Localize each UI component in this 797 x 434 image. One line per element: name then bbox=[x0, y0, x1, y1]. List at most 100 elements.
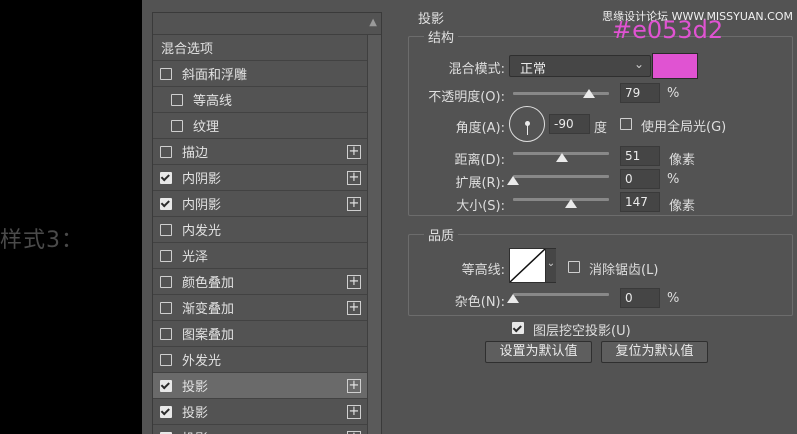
effect-label: 光泽 bbox=[182, 250, 209, 265]
angle-input[interactable]: -90 bbox=[549, 114, 590, 134]
effect-item[interactable]: 光泽 bbox=[153, 243, 367, 269]
effect-label: 投影 bbox=[182, 406, 209, 421]
chevron-down-icon: ⌄ bbox=[633, 57, 644, 71]
effect-item[interactable]: 图案叠加 bbox=[153, 321, 367, 347]
spread-input[interactable]: 0 bbox=[620, 169, 660, 189]
blend-mode-label: 混合模式: bbox=[448, 62, 505, 77]
effect-checkbox[interactable] bbox=[171, 93, 183, 106]
effect-checkbox[interactable] bbox=[160, 197, 172, 210]
effect-checkbox[interactable] bbox=[160, 379, 172, 392]
blending-options-item[interactable]: 混合选项 bbox=[153, 35, 367, 61]
size-label: 大小(S): bbox=[456, 199, 505, 214]
effect-checkbox[interactable] bbox=[160, 275, 172, 288]
effect-item[interactable]: 渐变叠加 + bbox=[153, 295, 367, 321]
effect-item[interactable]: 纹理 bbox=[153, 113, 367, 139]
effect-item[interactable]: 内阴影 + bbox=[153, 191, 367, 217]
size-input[interactable]: 147 bbox=[620, 192, 660, 212]
effect-checkbox[interactable] bbox=[160, 405, 172, 418]
size-slider-track[interactable] bbox=[513, 198, 609, 201]
effect-label: 外发光 bbox=[182, 354, 222, 369]
effect-item[interactable]: 投影 + bbox=[153, 399, 367, 425]
canvas-left-strip bbox=[0, 0, 142, 434]
effect-label: 描边 bbox=[182, 146, 209, 161]
style-caption: 样式3： bbox=[0, 228, 84, 253]
angle-dial[interactable] bbox=[509, 106, 545, 142]
structure-title: 结构 bbox=[424, 27, 459, 46]
add-effect-icon[interactable]: + bbox=[347, 197, 361, 211]
noise-input[interactable]: 0 bbox=[620, 288, 660, 308]
contour-chevron-icon[interactable]: ⌄ bbox=[545, 249, 556, 282]
effect-checkbox[interactable] bbox=[160, 67, 172, 80]
shadow-color-swatch[interactable] bbox=[652, 53, 698, 79]
effect-checkbox[interactable] bbox=[160, 353, 172, 366]
contour-picker[interactable]: ⌄ bbox=[509, 248, 556, 283]
blending-options-label: 混合选项 bbox=[161, 42, 214, 57]
effect-label: 内发光 bbox=[182, 224, 222, 239]
distance-slider-thumb[interactable] bbox=[555, 153, 568, 162]
set-default-button[interactable]: 设置为默认值 bbox=[485, 341, 592, 363]
spread-slider-thumb[interactable] bbox=[507, 176, 519, 185]
size-slider-thumb[interactable] bbox=[564, 199, 577, 208]
opacity-label: 不透明度(O): bbox=[428, 90, 505, 105]
effect-item[interactable]: 内阴影 + bbox=[153, 165, 367, 191]
effect-item[interactable]: 颜色叠加 + bbox=[153, 269, 367, 295]
angle-unit: 度 bbox=[594, 121, 608, 136]
effect-item[interactable]: 等高线 bbox=[153, 87, 367, 113]
effect-item[interactable]: 斜面和浮雕 bbox=[153, 61, 367, 87]
list-top-bar bbox=[153, 13, 381, 35]
knockout-label: 图层挖空投影(U) bbox=[533, 324, 631, 339]
blend-mode-select[interactable]: 正常 ⌄ bbox=[509, 55, 651, 77]
distance-unit: 像素 bbox=[669, 153, 696, 168]
add-effect-icon[interactable]: + bbox=[347, 145, 361, 159]
add-effect-icon[interactable]: + bbox=[347, 379, 361, 393]
effect-checkbox[interactable] bbox=[171, 119, 183, 132]
noise-slider-track[interactable] bbox=[513, 293, 609, 296]
distance-label: 距离(D): bbox=[454, 153, 505, 168]
effect-item[interactable]: 内发光 bbox=[153, 217, 367, 243]
anti-alias-checkbox[interactable] bbox=[568, 261, 580, 273]
effect-checkbox[interactable] bbox=[160, 249, 172, 262]
spread-slider-track[interactable] bbox=[513, 175, 609, 178]
effect-label: 纹理 bbox=[193, 120, 220, 135]
noise-slider-thumb[interactable] bbox=[507, 294, 519, 303]
add-effect-icon[interactable]: + bbox=[347, 301, 361, 315]
effect-label: 颜色叠加 bbox=[182, 276, 235, 291]
panel-title: 投影 bbox=[414, 8, 449, 27]
effect-checkbox[interactable] bbox=[160, 327, 172, 340]
effect-item[interactable]: 投影 + bbox=[153, 373, 367, 399]
noise-unit: % bbox=[667, 291, 680, 306]
blend-mode-value: 正常 bbox=[520, 62, 547, 77]
scroll-up-icon[interactable]: ▲ bbox=[369, 17, 377, 29]
effect-item[interactable]: 投影+ bbox=[153, 425, 367, 434]
drop-shadow-settings: 投影 结构 混合模式: 正常 ⌄ 不透明度(O): 79 % 角度(A): -9… bbox=[382, 0, 797, 434]
opacity-input[interactable]: 79 bbox=[620, 83, 660, 103]
opacity-unit: % bbox=[667, 86, 680, 101]
effect-item[interactable]: 外发光 bbox=[153, 347, 367, 373]
add-effect-icon[interactable]: + bbox=[347, 275, 361, 289]
opacity-slider-thumb[interactable] bbox=[582, 89, 595, 98]
knockout-checkbox[interactable] bbox=[512, 322, 524, 334]
effect-checkbox[interactable] bbox=[160, 301, 172, 314]
quality-title: 品质 bbox=[424, 225, 459, 244]
effects-list: ▲ 混合选项 斜面和浮雕 等高线 纹理 描边 + 内阴影 + 内阴影 + 内发光 光泽 颜色叠加 + 渐变… bbox=[152, 12, 382, 434]
list-scrollbar[interactable] bbox=[367, 35, 381, 434]
add-effect-icon[interactable]: + bbox=[347, 171, 361, 185]
noise-label: 杂色(N): bbox=[454, 295, 505, 310]
distance-input[interactable]: 51 bbox=[620, 146, 660, 166]
effect-checkbox[interactable] bbox=[160, 145, 172, 158]
contour-label: 等高线: bbox=[461, 263, 505, 278]
effect-checkbox[interactable] bbox=[160, 223, 172, 236]
angle-label: 角度(A): bbox=[455, 121, 505, 136]
effect-label: 等高线 bbox=[193, 94, 233, 109]
effect-label: 内阴影 bbox=[182, 198, 222, 213]
anti-alias-label: 消除锯齿(L) bbox=[589, 263, 659, 278]
effect-label: 投影 bbox=[182, 380, 209, 395]
effect-item[interactable]: 描边 + bbox=[153, 139, 367, 165]
global-light-checkbox[interactable] bbox=[620, 118, 632, 130]
effect-label: 图案叠加 bbox=[182, 328, 235, 343]
effect-label: 内阴影 bbox=[182, 172, 222, 187]
reset-default-button[interactable]: 复位为默认值 bbox=[601, 341, 708, 363]
effect-checkbox[interactable] bbox=[160, 171, 172, 184]
effect-label: 渐变叠加 bbox=[182, 302, 235, 317]
add-effect-icon[interactable]: + bbox=[347, 405, 361, 419]
